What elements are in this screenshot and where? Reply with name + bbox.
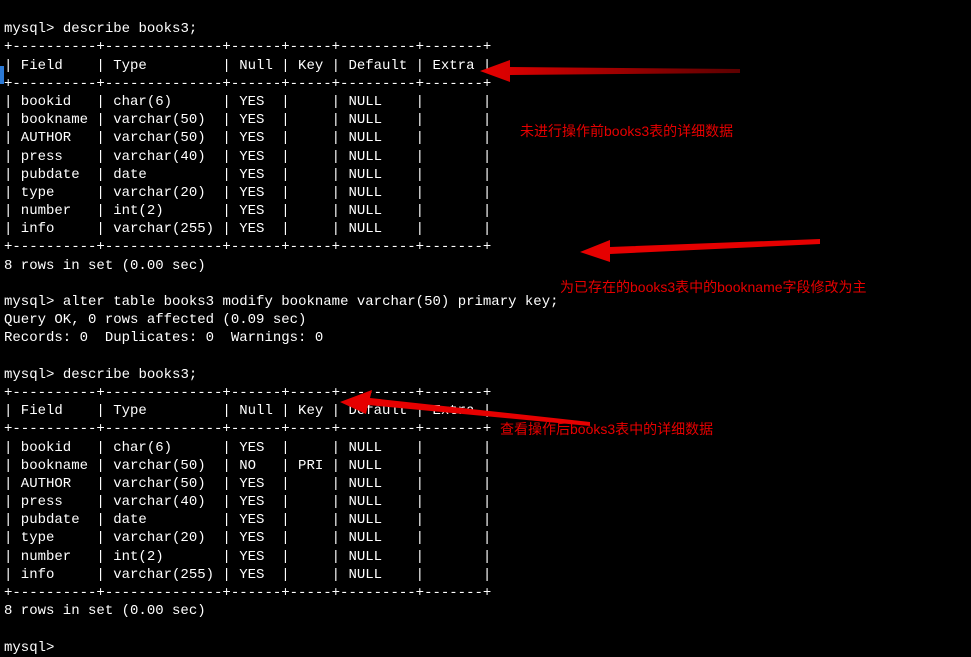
command-describe-2: describe books3;	[63, 367, 197, 383]
annotation-modify: 为已存在的books3表中的bookname字段修改为主	[560, 278, 867, 296]
table-row: | AUTHOR | varchar(50) | YES | | NULL | …	[4, 130, 491, 146]
prompt: mysql>	[4, 294, 54, 310]
table-row: | pubdate | date | YES | | NULL | |	[4, 512, 491, 528]
table-row: | number | int(2) | YES | | NULL | |	[4, 549, 491, 565]
table-border: +----------+--------------+------+-----+…	[4, 585, 491, 601]
table-row: | bookid | char(6) | YES | | NULL | |	[4, 440, 491, 456]
annotation-before: 未进行操作前books3表的详细数据	[520, 122, 733, 140]
result-rows-in-set: 8 rows in set (0.00 sec)	[4, 258, 206, 274]
result-rows-in-set: 8 rows in set (0.00 sec)	[4, 603, 206, 619]
table-row: | pubdate | date | YES | | NULL | |	[4, 167, 491, 183]
table-row: | AUTHOR | varchar(50) | YES | | NULL | …	[4, 476, 491, 492]
arrow-icon	[480, 56, 750, 86]
prompt: mysql>	[4, 367, 54, 383]
table-row: | type | varchar(20) | YES | | NULL | |	[4, 185, 491, 201]
prompt: mysql>	[4, 21, 54, 37]
table-row: | type | varchar(20) | YES | | NULL | |	[4, 530, 491, 546]
table-row: | info | varchar(255) | YES | | NULL | |	[4, 221, 491, 237]
prompt[interactable]: mysql>	[4, 640, 54, 656]
table-border: +----------+--------------+------+-----+…	[4, 39, 491, 55]
table-row: | press | varchar(40) | YES | | NULL | |	[4, 494, 491, 510]
annotation-after: 查看操作后books3表中的详细数据	[500, 420, 713, 438]
table-border: +----------+--------------+------+-----+…	[4, 239, 491, 255]
arrow-icon	[580, 234, 830, 264]
table-border: +----------+--------------+------+-----+…	[4, 76, 491, 92]
table-row: | bookname | varchar(50) | YES | | NULL …	[4, 112, 491, 128]
command-alter-table: alter table books3 modify bookname varch…	[63, 294, 559, 310]
result-records: Records: 0 Duplicates: 0 Warnings: 0	[4, 330, 323, 346]
table-row: | press | varchar(40) | YES | | NULL | |	[4, 149, 491, 165]
table-row: | bookname | varchar(50) | NO | PRI | NU…	[4, 458, 491, 474]
table-row: | info | varchar(255) | YES | | NULL | |	[4, 567, 491, 583]
table-header-row: | Field | Type | Null | Key | Default | …	[4, 58, 491, 74]
terminal-output: mysql> describe books3; +----------+----…	[4, 2, 967, 657]
result-query-ok: Query OK, 0 rows affected (0.09 sec)	[4, 312, 306, 328]
table-row: | bookid | char(6) | YES | | NULL | |	[4, 94, 491, 110]
table-row: | number | int(2) | YES | | NULL | |	[4, 203, 491, 219]
command-describe-1: describe books3;	[63, 21, 197, 37]
